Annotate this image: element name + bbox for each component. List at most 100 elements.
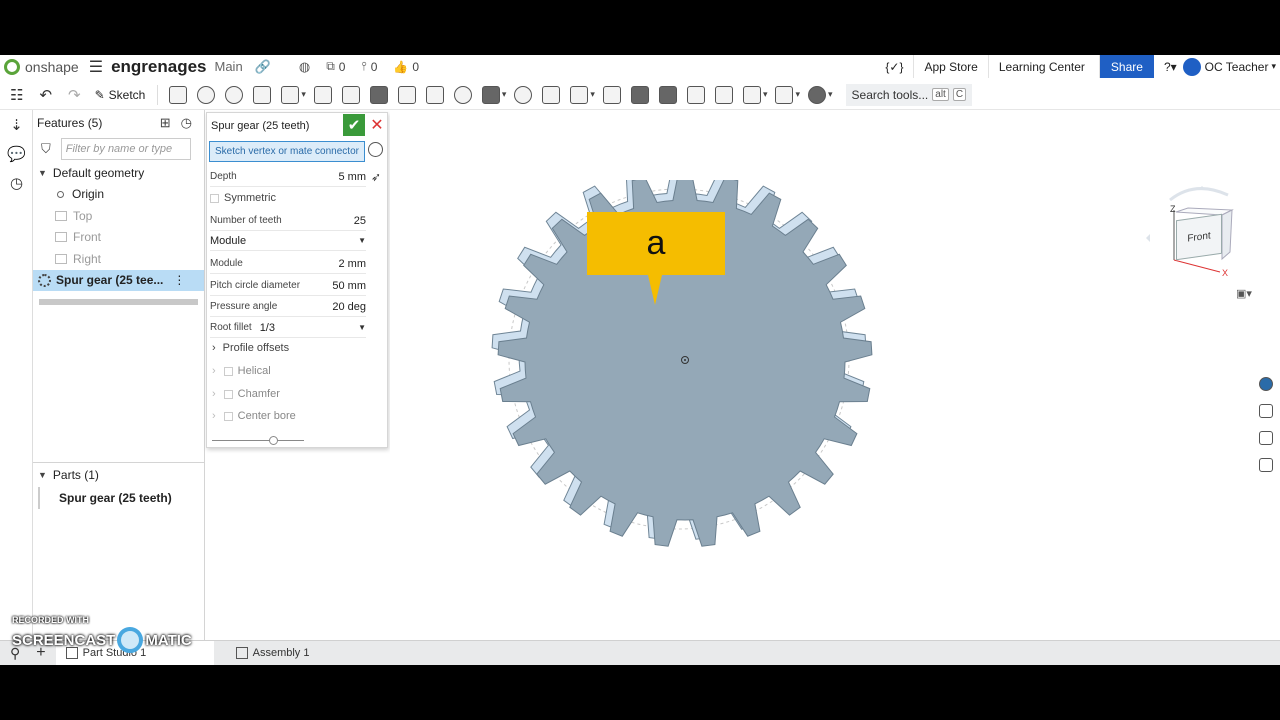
tree-top-plane[interactable]: Top [33, 205, 204, 227]
menu-icon[interactable]: ☰ [89, 57, 103, 77]
history-count[interactable]: ⫯ 0 [361, 59, 377, 74]
tab-assembly[interactable]: Assembly 1 [226, 641, 320, 666]
replace-face-icon[interactable] [714, 85, 733, 104]
loft-icon[interactable] [253, 85, 272, 104]
boolean-icon[interactable] [514, 85, 533, 104]
globe-icon[interactable]: ◍ [299, 59, 310, 75]
parts-header[interactable]: ▼ Parts (1) [33, 463, 205, 487]
custom-feature-gear-icon[interactable] [808, 85, 827, 104]
onshape-logo-icon [4, 58, 20, 75]
helical-section[interactable]: › Helical [210, 361, 366, 381]
draft-icon[interactable] [369, 85, 388, 104]
mass-properties-icon[interactable] [1251, 424, 1280, 451]
filter-icon[interactable]: ⛉ [41, 141, 51, 157]
slider-handle[interactable] [269, 436, 279, 445]
drag-handle-icon[interactable]: ⋮ [173, 273, 185, 287]
revolve-icon[interactable] [197, 85, 216, 104]
sketch-button[interactable]: ✎ Sketch [95, 88, 146, 102]
mode-select[interactable]: Module ▼ [210, 231, 366, 251]
mate-connector-icon[interactable] [775, 85, 794, 104]
part-spur-gear[interactable]: Spur gear (25 teeth) [38, 487, 205, 509]
view-cube[interactable]: Front Z X ▣▾ [1140, 180, 1252, 300]
chevron-down-icon[interactable]: ▾ [301, 89, 306, 100]
sweep-icon[interactable] [225, 85, 244, 104]
root-fillet-select[interactable]: Root fillet 1/3 ▼ [210, 318, 366, 338]
cancel-button[interactable]: ✕ [370, 114, 384, 136]
tree-default-geometry[interactable]: ▼ Default geometry [33, 162, 204, 184]
teeth-field[interactable]: Number of teeth 25 [210, 211, 366, 231]
onshape-logo[interactable]: onshape [4, 58, 79, 75]
comment-icon[interactable]: 💬 [0, 139, 33, 168]
branch-name[interactable]: Main [215, 59, 243, 74]
feature-list-icon[interactable]: ☷ [10, 86, 23, 104]
share-button[interactable]: Share [1098, 55, 1154, 78]
confirm-button[interactable]: ✔ [343, 114, 365, 136]
insert-feature-icon[interactable]: ⇣ [0, 110, 33, 139]
app-store-button[interactable]: App Store [913, 55, 987, 78]
plane-icon [55, 253, 67, 264]
learning-center-button[interactable]: Learning Center [987, 55, 1095, 78]
variable-icon[interactable]: {✓} [875, 55, 913, 78]
rollback-bar[interactable] [39, 299, 198, 305]
annotation-callout-pointer [648, 275, 662, 305]
kbd-alt: alt [932, 88, 949, 101]
3d-viewport[interactable]: a [390, 110, 1250, 640]
help-icon[interactable]: ? ▾ [1158, 55, 1183, 78]
profile-offsets-section[interactable]: › Profile offsets [210, 338, 366, 358]
plane-icon[interactable] [742, 85, 761, 104]
search-tools-input[interactable]: Search tools... alt C [845, 83, 973, 106]
appearance-icon[interactable] [1251, 370, 1280, 397]
link-icon[interactable]: 🔗 [255, 59, 271, 75]
tree-front-plane[interactable]: Front [33, 227, 204, 249]
user-menu[interactable]: OC Teacher ▾ [1182, 57, 1276, 76]
symmetric-checkbox[interactable]: Symmetric [210, 188, 366, 208]
chevron-down-icon[interactable]: ▾ [502, 89, 507, 100]
history-icon[interactable]: ◷ [0, 168, 33, 197]
chevron-down-icon[interactable]: ▾ [795, 89, 800, 100]
tree-right-plane[interactable]: Right [33, 248, 204, 270]
chamfer-icon[interactable] [341, 85, 360, 104]
chevron-down-icon[interactable]: ▾ [763, 89, 768, 100]
chevron-down-icon[interactable]: ▾ [828, 89, 833, 100]
rib-icon[interactable] [397, 85, 416, 104]
versions-count[interactable]: ⧉ 0 [326, 59, 345, 74]
plane-icon [55, 232, 67, 243]
redo-icon[interactable]: ↷ [68, 86, 81, 104]
module-field[interactable]: Module 2 mm [210, 254, 366, 274]
undo-icon[interactable]: ↶ [39, 86, 52, 104]
fillet-icon[interactable] [313, 85, 332, 104]
likes-count[interactable]: 👍 0 [393, 60, 419, 74]
add-folder-icon[interactable]: ⊞ [160, 115, 171, 131]
depth-field[interactable]: Depth 5 mm ➶ [210, 167, 381, 187]
filter-input[interactable]: Filter by name or type [60, 138, 191, 160]
thicken-icon[interactable] [281, 85, 300, 104]
assembly-icon [235, 647, 248, 659]
rollback-clock-icon[interactable]: ◷ [181, 115, 192, 131]
view-options-icon[interactable]: ▣▾ [1236, 287, 1252, 300]
hole-icon[interactable] [453, 85, 472, 104]
delete-face-icon[interactable] [658, 85, 677, 104]
slider-track[interactable] [212, 440, 304, 441]
split-icon[interactable] [542, 85, 561, 104]
direction-icon[interactable]: ➶ [371, 170, 381, 184]
transform-icon[interactable] [570, 85, 589, 104]
extrude-icon[interactable] [169, 85, 188, 104]
tree-spur-gear-feature[interactable]: Spur gear (25 tee... ⋮ [33, 269, 204, 291]
selection-field[interactable]: Sketch vertex or mate connector [209, 141, 365, 162]
variables-icon[interactable] [1251, 451, 1280, 478]
center-bore-section[interactable]: › Center bore [210, 406, 366, 426]
shell-icon[interactable] [425, 85, 444, 104]
pitch-diameter-field[interactable]: Pitch circle diameter 50 mm [210, 276, 366, 296]
chevron-down-icon[interactable]: ▾ [590, 89, 595, 100]
document-title[interactable]: engrenages [111, 57, 206, 77]
pattern-icon[interactable] [481, 85, 500, 104]
mate-connector-icon[interactable] [368, 142, 383, 157]
view-cube-front-face[interactable]: Front [1176, 213, 1222, 261]
modify-fillet-icon[interactable] [630, 85, 649, 104]
chamfer-section[interactable]: › Chamfer [210, 384, 366, 404]
move-face-icon[interactable] [686, 85, 705, 104]
parts-panel-icon[interactable] [1251, 397, 1280, 424]
pressure-angle-field[interactable]: Pressure angle 20 deg [210, 297, 366, 317]
delete-part-icon[interactable] [602, 85, 621, 104]
tree-origin[interactable]: Origin [33, 184, 204, 206]
